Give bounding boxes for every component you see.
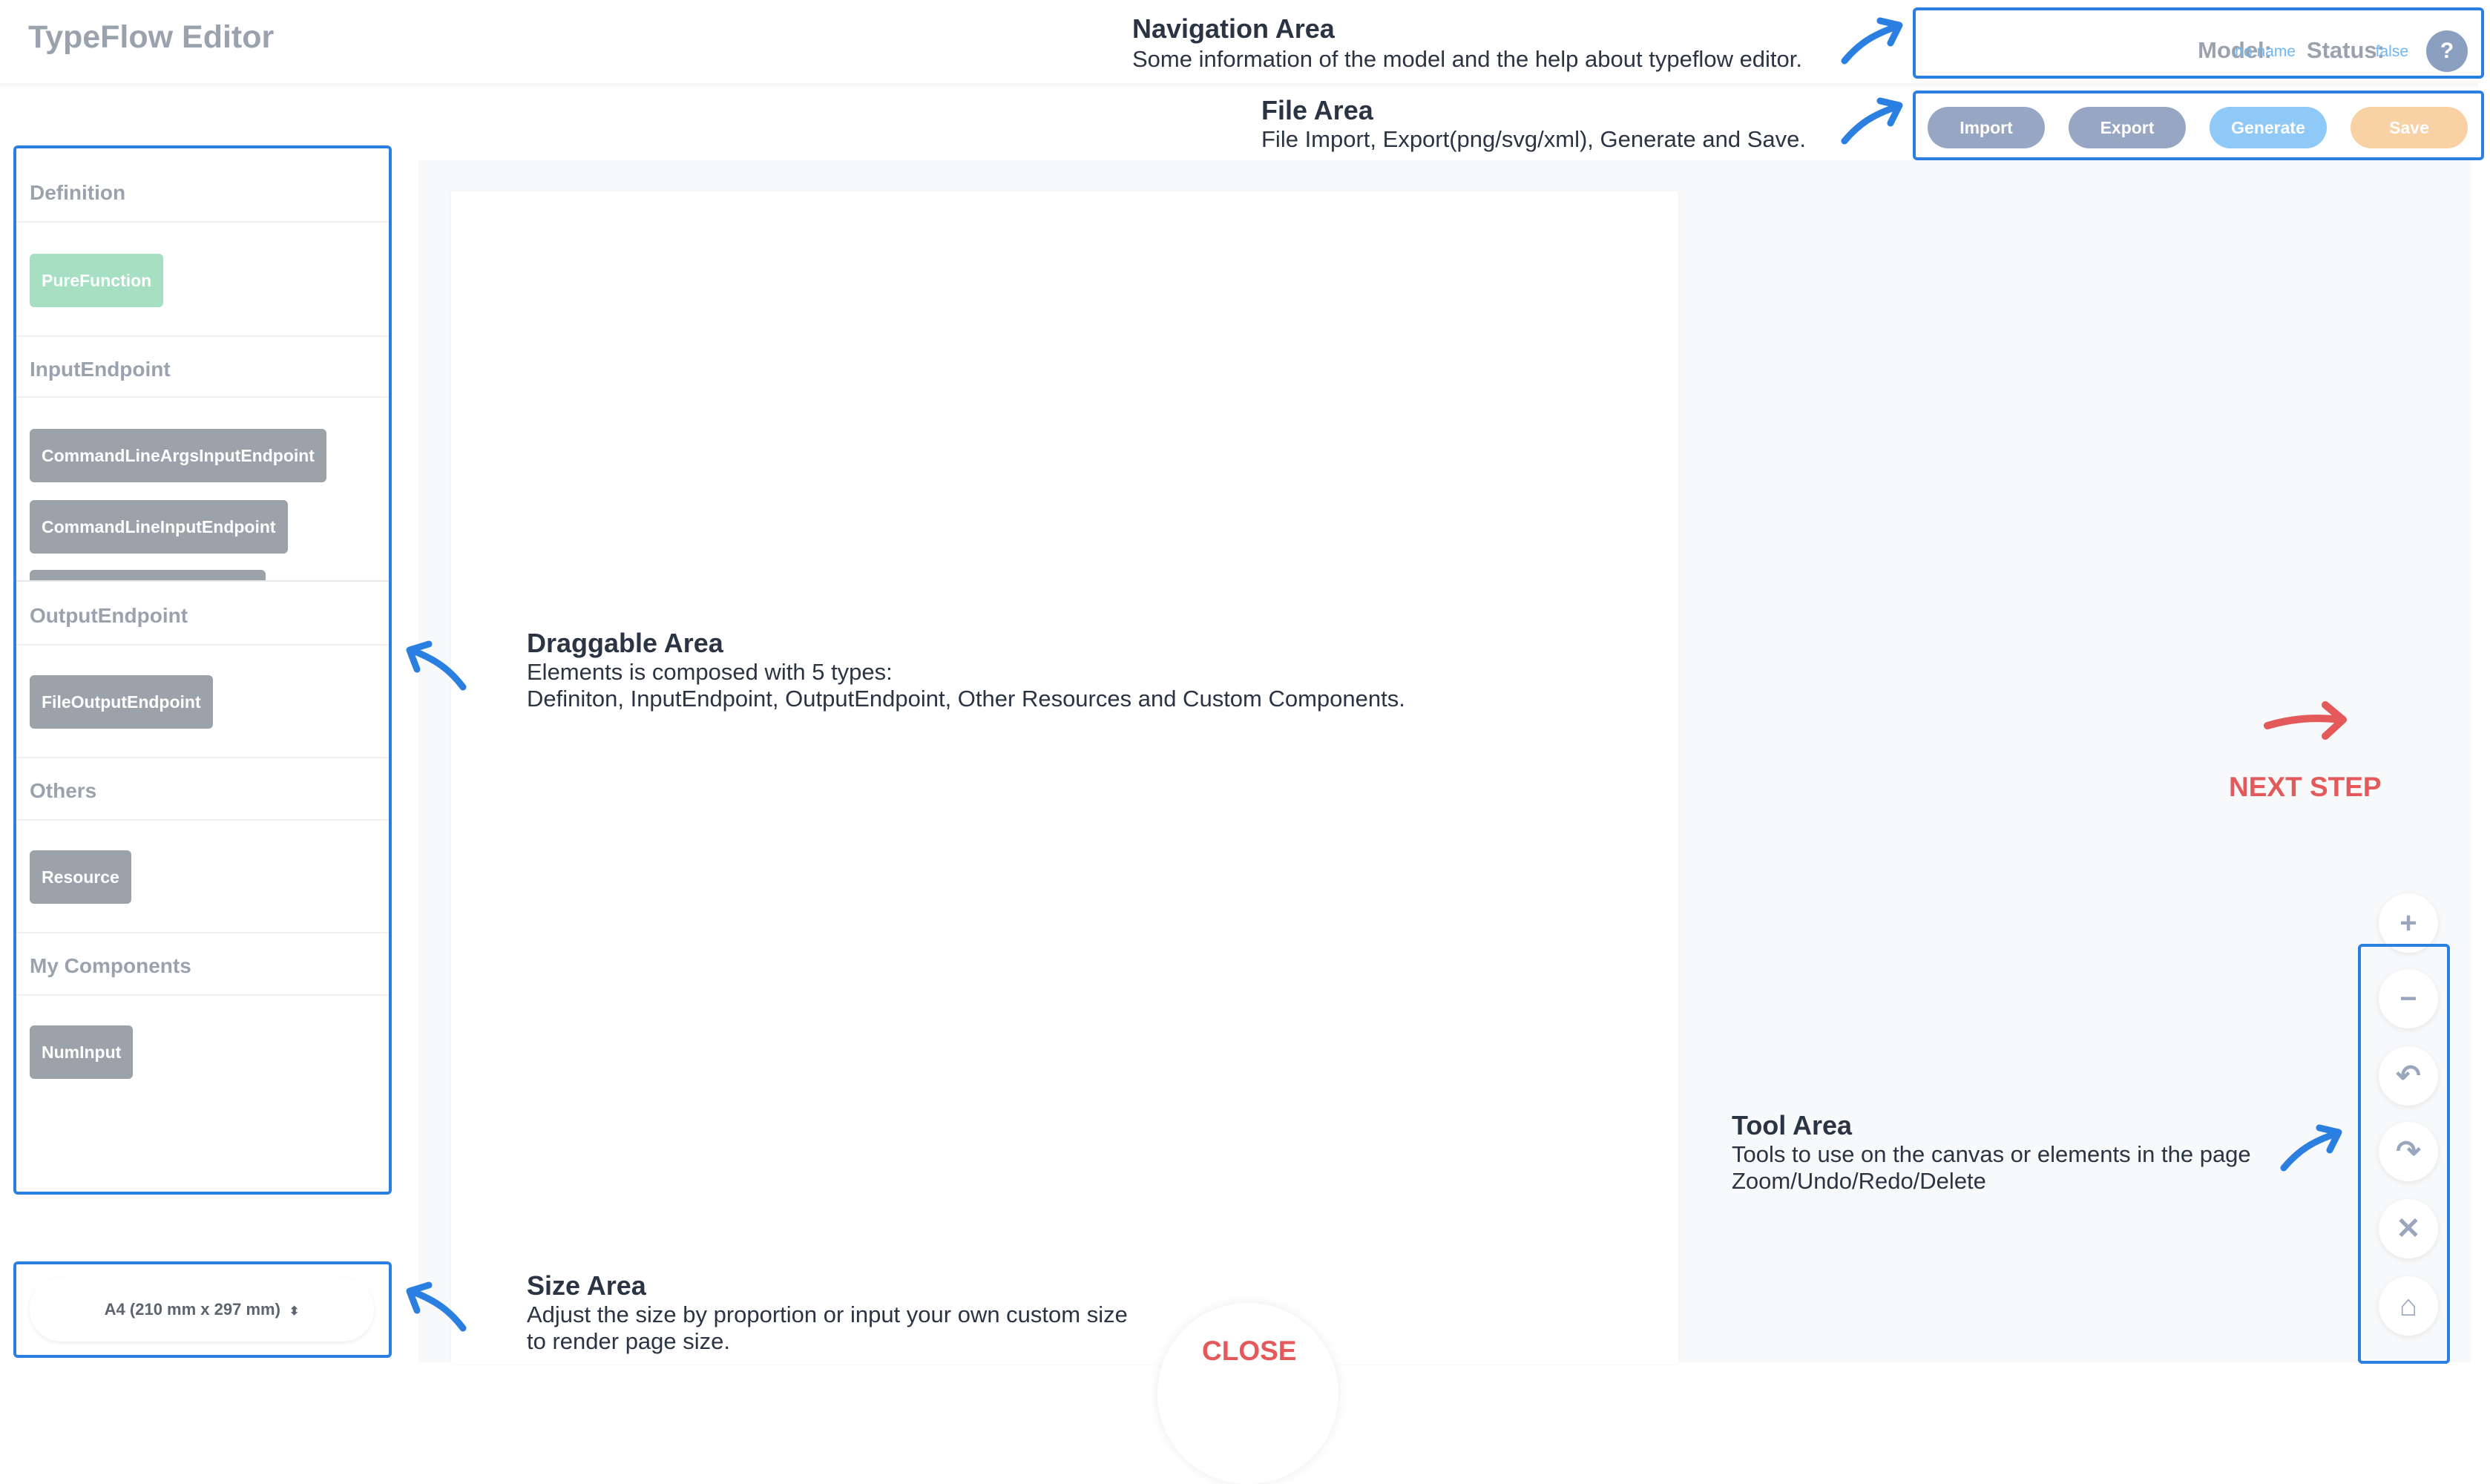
redo-icon: ↷: [2396, 1135, 2421, 1168]
zoom-in-icon: +: [2399, 907, 2417, 939]
draggable-arrow-icon: [406, 640, 467, 691]
file-area-title: File Area: [1261, 95, 1373, 125]
divider: [16, 221, 389, 223]
size-area-description-1: Adjust the size by proportion or input y…: [527, 1301, 1128, 1327]
import-button[interactable]: Import: [1928, 107, 2045, 148]
divider: [16, 819, 389, 821]
element-commandlineargsinputendpoint[interactable]: CommandLineArgsInputEndpoint: [30, 429, 326, 482]
tool-area-description-2: Zoom/Undo/Redo/Delete: [1732, 1168, 1986, 1194]
file-area: Import Export Generate Save: [1913, 91, 2484, 160]
navigation-area-title: Navigation Area: [1132, 13, 1335, 44]
element-commandlineinputendpoint[interactable]: CommandLineInputEndpoint: [30, 500, 288, 554]
size-area: A4 (210 mm x 297 mm) ⬍: [13, 1261, 392, 1358]
topbar-divider: [0, 83, 2478, 89]
close-label[interactable]: CLOSE: [1202, 1336, 1296, 1367]
next-step-arrow-icon: [2264, 701, 2347, 740]
section-title-others: Others: [30, 779, 97, 802]
size-area-title: Size Area: [527, 1270, 646, 1301]
tool-arrow-icon: [2280, 1124, 2342, 1172]
help-icon: ?: [2440, 39, 2454, 63]
section-title-inputendpoint: InputEndpoint: [30, 358, 171, 381]
page-size-value: A4 (210 mm x 297 mm): [104, 1300, 280, 1319]
draggable-area-title: Draggable Area: [527, 628, 723, 658]
element-purefunction[interactable]: PureFunction: [30, 254, 164, 307]
file-area-description: File Import, Export(png/svg/xml), Genera…: [1261, 126, 1806, 152]
divider: [16, 994, 389, 996]
element-fileoutputendpoint[interactable]: FileOutputEndpoint: [30, 675, 213, 729]
divider: [16, 396, 389, 398]
status-value: false: [2375, 43, 2408, 60]
canvas-page[interactable]: [451, 191, 1678, 1364]
section-title-my-components: My Components: [30, 954, 191, 977]
tool-area-title: Tool Area: [1732, 1110, 1853, 1140]
next-step-button[interactable]: NEXT STEP: [2229, 772, 2382, 803]
zoom-out-icon: −: [2399, 982, 2417, 1015]
draggable-area-description-2: Definiton, InputEndpoint, OutputEndpoint…: [527, 686, 1405, 712]
draggable-area: Definition PureFunction InputEndpoint Co…: [13, 145, 392, 1195]
select-caret-icon: ⬍: [289, 1305, 300, 1318]
divider: [16, 757, 389, 758]
status-label: Status:: [2306, 37, 2385, 63]
navigation-area-description: Some information of the model and the he…: [1132, 46, 1803, 72]
draggable-area-description-1: Elements is composed with 5 types:: [527, 659, 893, 685]
app-title: TypeFlow Editor: [28, 19, 275, 55]
save-button[interactable]: Save: [2351, 107, 2468, 148]
undo-icon: ↶: [2396, 1060, 2421, 1092]
navigation-arrow-icon: [1841, 17, 1903, 65]
divider: [16, 932, 389, 933]
undo-button[interactable]: ↶: [2379, 1046, 2438, 1106]
navigation-area: Model: no name Status: false ?: [1913, 7, 2484, 79]
size-area-description-2: to render page size.: [527, 1328, 731, 1354]
tool-area-description-1: Tools to use on the canvas or elements i…: [1732, 1141, 2251, 1167]
page-size-select[interactable]: A4 (210 mm x 297 mm) ⬍: [30, 1278, 374, 1342]
delete-button[interactable]: ✕: [2379, 1199, 2438, 1258]
section-title-definition: Definition: [30, 181, 126, 204]
export-button[interactable]: Export: [2069, 107, 2186, 148]
size-arrow-icon: [406, 1281, 467, 1332]
generate-button[interactable]: Generate: [2210, 107, 2327, 148]
divider: [16, 580, 389, 582]
element-numinput[interactable]: NumInput: [30, 1025, 134, 1079]
element-resource[interactable]: Resource: [30, 850, 131, 904]
zoom-out-button[interactable]: −: [2379, 969, 2438, 1028]
help-button[interactable]: ?: [2426, 30, 2468, 72]
clear-icon: ⌂: [2399, 1290, 2418, 1322]
element-partially-hidden[interactable]: [30, 570, 266, 580]
redo-button[interactable]: ↷: [2379, 1122, 2438, 1181]
delete-icon: ✕: [2396, 1212, 2421, 1245]
section-title-outputendpoint: OutputEndpoint: [30, 604, 188, 627]
close-button[interactable]: [1157, 1303, 1338, 1484]
divider: [16, 644, 389, 646]
file-arrow-icon: [1841, 97, 1903, 145]
divider: [16, 335, 389, 337]
clear-button[interactable]: ⌂: [2379, 1276, 2438, 1336]
model-value: no name: [2235, 43, 2296, 60]
